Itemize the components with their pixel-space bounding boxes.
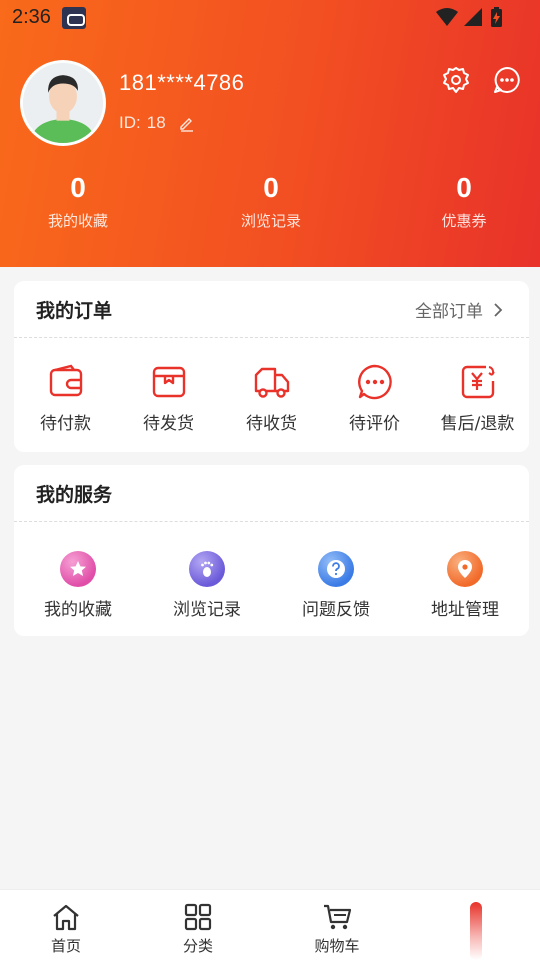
tab-home[interactable]: 首页 <box>26 902 106 956</box>
package-icon <box>152 366 185 398</box>
message-icon[interactable] <box>492 65 522 95</box>
app-notification-icon <box>62 7 86 29</box>
tab-label: 分类 <box>182 937 213 955</box>
services-title: 我的服务 <box>36 484 113 506</box>
tab-mine-active-indicator[interactable] <box>470 902 482 960</box>
location-pin-icon <box>447 551 483 587</box>
stat-value: 0 <box>263 172 279 203</box>
order-pending-payment[interactable]: 待付款 <box>14 363 117 434</box>
order-pending-review[interactable]: 待评价 <box>323 363 426 434</box>
stat-label: 优惠券 <box>441 212 487 230</box>
avatar-person-icon <box>23 63 103 143</box>
all-orders-label: 全部订单 <box>415 302 483 322</box>
star-icon <box>60 551 96 587</box>
stat-value: 0 <box>456 172 472 203</box>
home-icon <box>53 904 79 931</box>
user-phone: 181****4786 <box>119 70 245 95</box>
divider <box>14 337 529 338</box>
stat-label: 浏览记录 <box>240 212 301 230</box>
stat-value: 0 <box>70 172 86 203</box>
services-card: 我的服务 我的收藏 浏览记录 问题反馈 地址管理 <box>14 465 529 636</box>
wifi-icon <box>436 8 458 26</box>
tab-label: 首页 <box>50 937 81 955</box>
avatar[interactable] <box>20 60 106 146</box>
user-id-row: ID: 18 <box>119 113 196 133</box>
service-label: 地址管理 <box>431 600 499 620</box>
comment-icon <box>357 364 392 400</box>
tab-label: 购物车 <box>314 937 360 955</box>
bottom-tab-bar: 首页 分类 购物车 <box>0 889 540 960</box>
question-icon <box>318 551 354 587</box>
cart-icon <box>324 904 352 930</box>
all-orders-link[interactable]: 全部订单 <box>415 297 503 322</box>
service-favorites[interactable]: 我的收藏 <box>14 551 142 620</box>
edit-icon[interactable] <box>178 114 196 132</box>
service-feedback[interactable]: 问题反馈 <box>272 551 400 620</box>
orders-title: 我的订单 <box>36 300 113 322</box>
order-pending-receipt[interactable]: 待收货 <box>220 363 323 434</box>
order-label: 待评价 <box>349 414 400 434</box>
order-pending-shipment[interactable]: 待发货 <box>117 363 220 434</box>
user-id-value: 18 <box>146 113 166 132</box>
status-time: 2:36 <box>12 6 51 28</box>
tab-cart[interactable]: 购物车 <box>297 902 377 956</box>
settings-icon[interactable] <box>441 65 471 95</box>
refund-icon <box>461 365 495 399</box>
stat-history[interactable]: 0 浏览记录 <box>201 172 341 231</box>
battery-charging-icon <box>491 7 502 27</box>
truck-icon <box>254 367 289 398</box>
tab-category[interactable]: 分类 <box>158 902 238 956</box>
signal-icon <box>464 8 482 26</box>
grid-icon <box>184 903 212 931</box>
status-bar: 2:36 <box>0 0 540 36</box>
order-label: 待收货 <box>246 414 297 434</box>
service-address[interactable]: 地址管理 <box>401 551 529 620</box>
divider <box>14 521 529 522</box>
user-id-label: ID: <box>119 113 141 132</box>
status-icons <box>436 7 502 27</box>
order-label: 售后/退款 <box>440 414 515 434</box>
stat-favorites[interactable]: 0 我的收藏 <box>8 172 148 231</box>
service-label: 问题反馈 <box>302 600 370 620</box>
service-history[interactable]: 浏览记录 <box>143 551 271 620</box>
order-after-sales[interactable]: 售后/退款 <box>426 363 529 434</box>
wallet-icon <box>49 364 82 397</box>
service-label: 浏览记录 <box>173 600 241 620</box>
footprint-icon <box>189 551 225 587</box>
chevron-right-icon <box>494 302 503 317</box>
order-label: 待发货 <box>143 414 194 434</box>
order-label: 待付款 <box>40 414 91 434</box>
service-label: 我的收藏 <box>44 600 112 620</box>
stat-label: 我的收藏 <box>47 212 108 230</box>
stat-coupons[interactable]: 0 优惠券 <box>394 172 534 231</box>
orders-card: 我的订单 全部订单 待付款 待发货 待收货 待评价 售后/退款 <box>14 281 529 452</box>
